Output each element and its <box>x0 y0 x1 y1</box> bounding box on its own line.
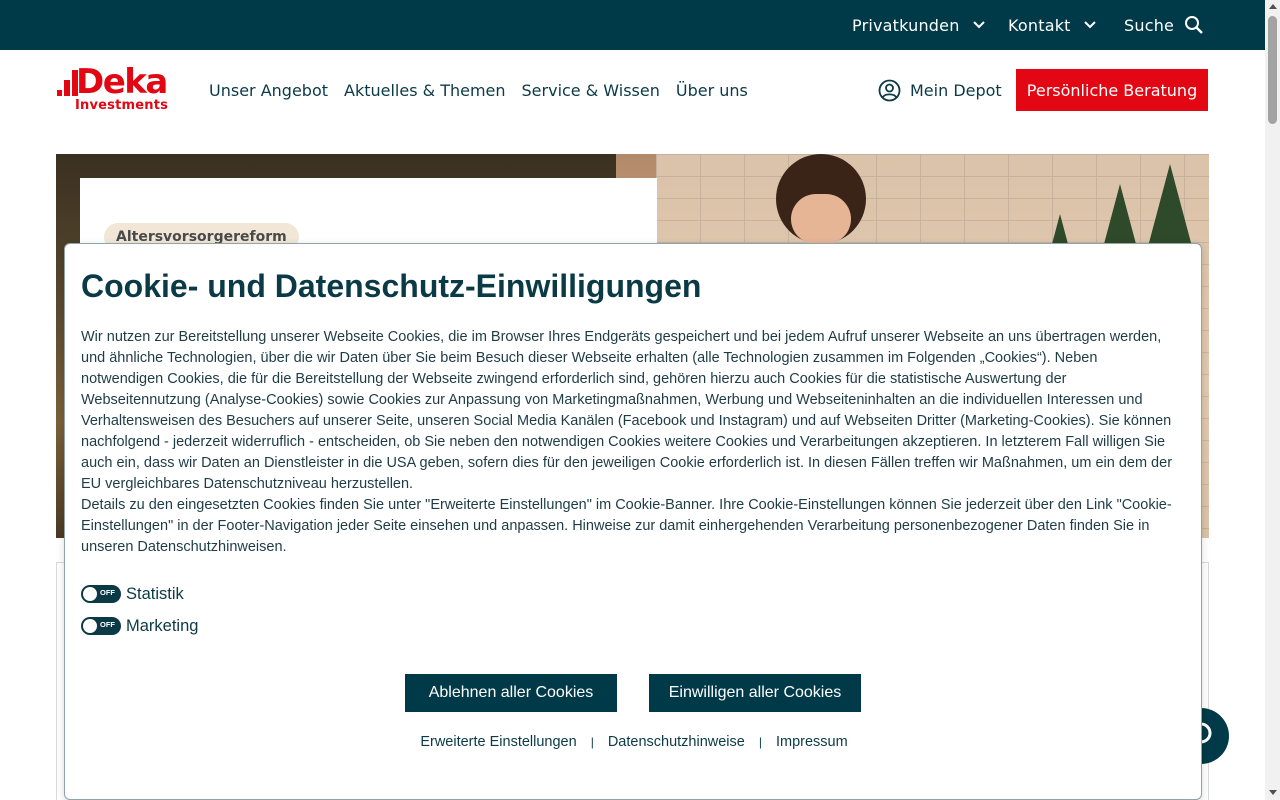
scroll-up-icon[interactable] <box>1269 4 1277 9</box>
marketing-toggle[interactable]: OFF <box>81 617 121 635</box>
scrollbar-thumb[interactable] <box>1268 16 1277 124</box>
scroll-down-icon[interactable] <box>1269 790 1277 795</box>
link-separator: | <box>758 735 762 749</box>
nav-aktuelles-themen[interactable]: Aktuelles & Themen <box>344 81 506 100</box>
chevron-down-icon <box>1083 20 1097 30</box>
chevron-down-icon <box>972 20 986 30</box>
marketing-toggle-row: OFF Marketing <box>81 616 198 636</box>
marketing-label: Marketing <box>126 616 199 635</box>
toggle-state-label: OFF <box>100 620 115 629</box>
kontakt-menu[interactable]: Kontakt <box>1008 0 1097 50</box>
search-button[interactable]: Suche <box>1124 0 1204 50</box>
hero-tree <box>1146 164 1194 254</box>
page-scrollbar[interactable] <box>1265 0 1280 800</box>
privatkunden-menu[interactable]: Privatkunden <box>852 0 986 50</box>
nav-unser-angebot[interactable]: Unser Angebot <box>209 81 328 100</box>
search-icon <box>1184 15 1204 35</box>
reject-all-cookies-button[interactable]: Ablehnen aller Cookies <box>405 674 617 712</box>
advanced-settings-link[interactable]: Erweiterte Einstellungen <box>420 734 576 750</box>
kontakt-label: Kontakt <box>1008 15 1071 35</box>
link-separator: | <box>590 735 594 749</box>
toggle-state-label: OFF <box>100 588 115 597</box>
cookie-details-paragraph: Details zu den eingesetzten Cookies find… <box>81 497 1172 555</box>
hero-person-face <box>791 194 851 244</box>
search-label: Suche <box>1124 15 1175 35</box>
main-navigation: Unser Angebot Aktuelles & Themen Service… <box>209 50 764 130</box>
privatkunden-label: Privatkunden <box>852 15 960 35</box>
imprint-link[interactable]: Impressum <box>776 734 848 750</box>
statistik-label: Statistik <box>126 584 184 603</box>
toggle-knob <box>83 619 97 633</box>
cookie-dialog-title: Cookie- und Datenschutz-Einwilligungen <box>81 268 702 304</box>
main-header: Deka Investments Unser Angebot Aktuelles… <box>0 50 1265 130</box>
user-icon <box>878 79 901 102</box>
persoenliche-beratung-button[interactable]: Persönliche Beratung <box>1016 69 1208 111</box>
statistik-toggle[interactable]: OFF <box>81 585 121 603</box>
logo-wordmark: Deka <box>76 62 168 102</box>
nav-service-wissen[interactable]: Service & Wissen <box>522 81 660 100</box>
mein-depot-label: Mein Depot <box>910 80 1002 100</box>
logo-bar-medium <box>64 80 70 96</box>
privacy-notice-link[interactable]: Datenschutzhinweise <box>608 734 745 750</box>
cookie-consent-dialog: Cookie- und Datenschutz-Einwilligungen W… <box>64 243 1202 800</box>
accept-all-cookies-button[interactable]: Einwilligen aller Cookies <box>649 674 861 712</box>
top-utility-bar: Privatkunden Kontakt Suche <box>0 0 1265 50</box>
nav-ueber-uns[interactable]: Über uns <box>676 81 748 100</box>
cookie-intro-paragraph: Wir nutzen zur Bereitstellung unserer We… <box>81 329 1173 492</box>
cookie-footer-links: Erweiterte Einstellungen | Datenschutzhi… <box>65 734 1203 750</box>
deka-logo[interactable]: Deka Investments <box>56 62 180 116</box>
statistik-toggle-row: OFF Statistik <box>81 584 184 604</box>
logo-subtitle: Investments <box>75 98 169 113</box>
mein-depot-link[interactable]: Mein Depot <box>878 50 1002 130</box>
toggle-knob <box>83 587 97 601</box>
logo-bar-small <box>57 90 62 96</box>
